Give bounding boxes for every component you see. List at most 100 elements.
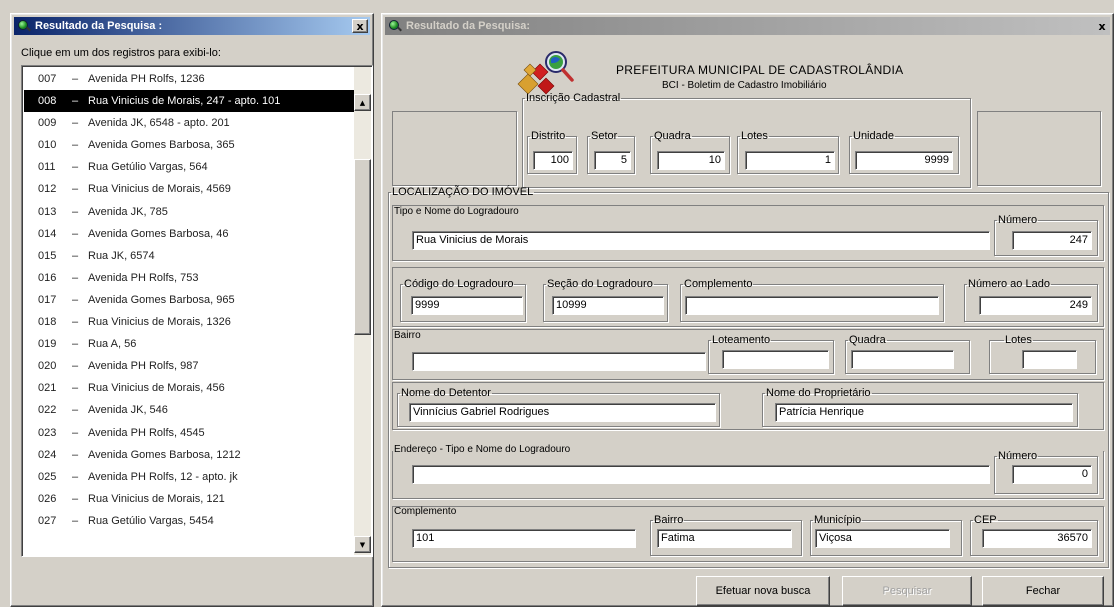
bairro-label: Bairro	[394, 330, 421, 341]
localizacao-legend: LOCALIZAÇÃO DO IMÓVEL	[392, 186, 534, 198]
record-separator: –	[71, 470, 79, 483]
record-address: Avenida JK, 785	[88, 205, 168, 218]
setor-label: Setor	[591, 130, 618, 142]
lotes-loc-field[interactable]	[1022, 350, 1077, 369]
record-separator: –	[71, 514, 79, 527]
unidade-field[interactable]: 9999	[855, 151, 953, 170]
tipo-nome-field[interactable]: Rua Vinicius de Morais	[412, 231, 990, 250]
numero-label: Número	[998, 214, 1038, 226]
scroll-up-button[interactable]: ▲	[354, 94, 371, 111]
record-address: Rua Vinicius de Morais, 1326	[88, 316, 231, 329]
list-item[interactable]: 021 – Rua Vinicius de Morais, 456	[24, 377, 354, 399]
list-item[interactable]: 026 – Rua Vinicius de Morais, 121	[24, 488, 354, 510]
search-button[interactable]: Pesquisar	[842, 576, 972, 606]
record-code: 018	[38, 316, 57, 329]
record-address: Avenida PH Rolfs, 753	[88, 271, 199, 284]
scroll-down-button[interactable]: ▼	[354, 536, 371, 553]
record-code: 024	[38, 448, 57, 461]
record-separator: –	[71, 205, 79, 218]
results-list-titlebar[interactable]: Resultado da Pesquisa : x	[14, 17, 370, 35]
record-code: 019	[38, 338, 57, 351]
inscricao-legend: Inscrição Cadastral	[526, 92, 621, 104]
search-globe-icon	[388, 19, 402, 33]
list-item[interactable]: 015 – Rua JK, 6574	[24, 245, 354, 267]
end-municipio-field[interactable]: Viçosa	[815, 529, 950, 548]
list-item[interactable]: 012 – Rua Vinicius de Morais, 4569	[24, 178, 354, 200]
list-item[interactable]: 022 – Avenida JK, 546	[24, 399, 354, 421]
list-item[interactable]: 014 – Avenida Gomes Barbosa, 46	[24, 223, 354, 245]
quadra-loc-label: Quadra	[849, 334, 886, 346]
complemento-field[interactable]	[685, 296, 939, 315]
numero-field[interactable]: 247	[1012, 231, 1092, 250]
loteamento-field[interactable]	[722, 350, 829, 369]
end-cep-field[interactable]: 36570	[982, 529, 1092, 548]
record-separator: –	[71, 161, 79, 174]
list-item[interactable]: 016 – Avenida PH Rolfs, 753	[24, 267, 354, 289]
record-address: Avenida PH Rolfs, 1236	[88, 73, 205, 85]
record-code: 011	[38, 161, 56, 174]
unidade-label: Unidade	[853, 130, 894, 142]
list-item[interactable]: 010 – Avenida Gomes Barbosa, 365	[24, 134, 354, 156]
detentor-field[interactable]: Vinnícius Gabriel Rodrigues	[409, 403, 716, 422]
right-empty-box	[977, 111, 1101, 186]
quadra-loc-field[interactable]	[851, 350, 954, 369]
list-item[interactable]: 013 – Avenida JK, 785	[24, 201, 354, 223]
bairro-field[interactable]	[412, 352, 706, 371]
record-address: Rua Getúlio Vargas, 5454	[88, 514, 214, 527]
end-bairro-field[interactable]: Fatima	[657, 529, 792, 548]
list-scrollbar[interactable]: ▲ ▼	[354, 67, 371, 555]
bci-detail-titlebar[interactable]: Resultado da Pesquisa: x	[385, 17, 1110, 35]
record-address: Rua Vinicius de Morais, 4569	[88, 183, 231, 196]
record-separator: –	[71, 492, 79, 505]
list-item[interactable]: 025 – Avenida PH Rolfs, 12 - apto. jk	[24, 466, 354, 488]
close-window-button[interactable]: Fechar	[982, 576, 1104, 606]
record-address: Avenida Gomes Barbosa, 46	[88, 227, 229, 240]
record-address: Rua Vinicius de Morais, 247 - apto. 101	[88, 95, 281, 108]
list-item[interactable]: 011 – Rua Getúlio Vargas, 564	[24, 156, 354, 178]
list-item[interactable]: 018 – Rua Vinicius de Morais, 1326	[24, 311, 354, 333]
endereco-field[interactable]	[412, 465, 990, 484]
results-list-window: Resultado da Pesquisa : x Clique em um d…	[10, 13, 374, 607]
list-item[interactable]: 008 – Rua Vinicius de Morais, 247 - apto. …	[24, 90, 354, 113]
new-search-button[interactable]: Efetuar nova busca	[696, 576, 830, 606]
record-address: Rua A, 56	[88, 338, 137, 351]
list-item[interactable]: 023 – Avenida PH Rolfs, 4545	[24, 422, 354, 444]
quadra-label: Quadra	[654, 130, 691, 142]
proprietario-field[interactable]: Patrícia Henrique	[775, 403, 1073, 422]
numero-lado-field[interactable]: 249	[979, 296, 1092, 315]
record-code: 013	[38, 205, 57, 218]
list-item[interactable]: 019 – Rua A, 56	[24, 333, 354, 355]
numero-lado-label: Número ao Lado	[968, 278, 1050, 290]
record-separator: –	[71, 404, 79, 417]
setor-field[interactable]: 5	[594, 151, 631, 170]
record-code: 026	[38, 492, 57, 505]
secao-field[interactable]: 10999	[552, 296, 664, 315]
list-item[interactable]: 009 – Avenida JK, 6548 - apto. 201	[24, 112, 354, 134]
list-instruction: Clique em um dos registros para exibi-lo…	[21, 47, 221, 59]
codigo-field[interactable]: 9999	[411, 296, 523, 315]
complemento-label: Complemento	[684, 278, 753, 290]
list-item[interactable]: 024 – Avenida Gomes Barbosa, 1212	[24, 444, 354, 466]
record-code: 015	[38, 249, 57, 262]
list-item[interactable]: 027 – Rua Getúlio Vargas, 5454	[24, 510, 354, 532]
loteamento-label: Loteamento	[712, 334, 771, 346]
quadra-field[interactable]: 10	[657, 151, 725, 170]
endereco-numero-label: Número	[998, 450, 1038, 462]
list-item[interactable]: 017 – Avenida Gomes Barbosa, 965	[24, 289, 354, 311]
endereco-numero-field[interactable]: 0	[1012, 465, 1092, 484]
scroll-thumb[interactable]	[354, 159, 371, 335]
list-item[interactable]: 007 – Avenida PH Rolfs, 1236	[24, 68, 354, 90]
close-button[interactable]: x	[352, 19, 368, 33]
record-separator: –	[71, 360, 79, 373]
end-complemento-label: Complemento	[394, 506, 457, 517]
records-listbox[interactable]: 007– Avenida PH Rolfs, 1236 008– Rua Vinici…	[21, 65, 373, 557]
record-address: Rua Vinicius de Morais, 456	[88, 382, 225, 395]
end-complemento-field[interactable]: 101	[412, 529, 636, 548]
lotes-field[interactable]: 1	[745, 151, 835, 170]
list-item[interactable]: 020 – Avenida PH Rolfs, 987	[24, 355, 354, 377]
distrito-field[interactable]: 100	[533, 151, 573, 170]
record-address: Rua JK, 6574	[88, 249, 155, 262]
record-code: 009	[38, 117, 57, 130]
close-button[interactable]: x	[1094, 19, 1110, 33]
record-separator: –	[71, 95, 79, 108]
